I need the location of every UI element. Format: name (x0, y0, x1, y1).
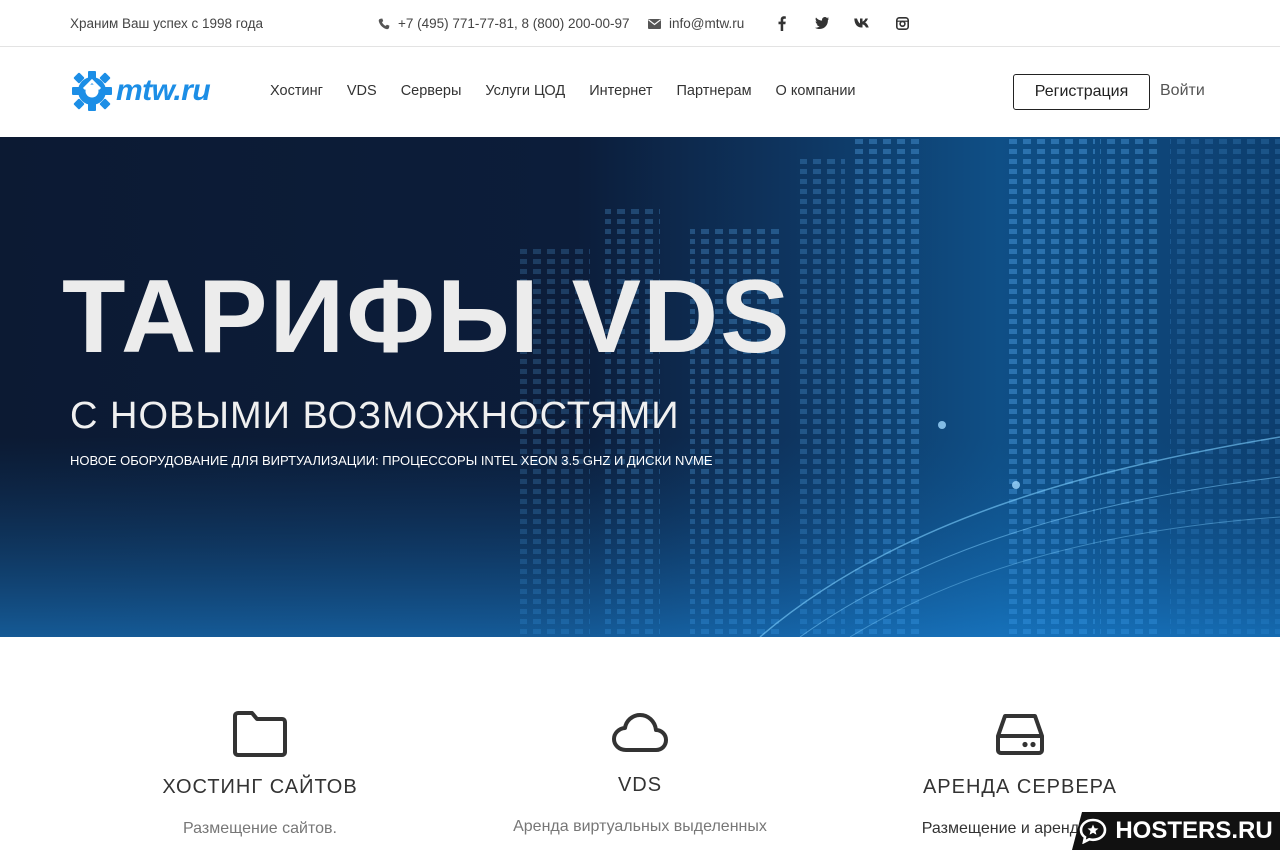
hero-subtitle: С НОВЫМИ ВОЗМОЖНОСТЯМИ (70, 395, 680, 437)
service-hosting[interactable]: ХОСТИНГ САЙТОВ Размещение сайтов. (90, 710, 430, 841)
service-vds[interactable]: VDS Аренда виртуальных выделенных (470, 710, 810, 839)
top-info-bar: Храним Ваш успех с 1998 года +7 (495) 77… (0, 0, 1280, 47)
gear-logo-icon (72, 71, 112, 111)
email-contact[interactable]: info@mtw.ru (648, 16, 744, 31)
vk-icon[interactable] (854, 14, 870, 32)
service-title: АРЕНДА СЕРВЕРА (922, 776, 1118, 798)
phone-numbers: +7 (495) 771-77-81, 8 (800) 200-00-97 (398, 16, 630, 31)
envelope-icon (648, 18, 661, 29)
logo-text: mtw.ru (116, 74, 211, 107)
twitter-icon[interactable] (814, 14, 830, 32)
main-menu: Хостинг VDS Серверы Услуги ЦОД Интернет … (270, 83, 856, 99)
service-title: ХОСТИНГ САЙТОВ (162, 776, 358, 798)
menu-item-hosting[interactable]: Хостинг (270, 83, 323, 99)
service-text: Размещение сайтов. (183, 820, 337, 837)
login-link[interactable]: Войти (1160, 82, 1205, 100)
social-links (774, 14, 910, 32)
hosters-text: HOSTERS.RU (1115, 817, 1273, 844)
menu-item-vds[interactable]: VDS (347, 83, 377, 99)
hero-background-graphic (0, 137, 1280, 637)
service-text: Аренда виртуальных выделенных (513, 818, 767, 835)
instagram-icon[interactable] (894, 14, 910, 32)
server-icon (996, 714, 1044, 755)
menu-item-partners[interactable]: Партнерам (677, 83, 752, 99)
register-button[interactable]: Регистрация (1013, 74, 1150, 110)
phone-contact[interactable]: +7 (495) 771-77-81, 8 (800) 200-00-97 (378, 16, 630, 31)
menu-item-servers[interactable]: Серверы (401, 83, 462, 99)
folder-icon (233, 711, 287, 757)
site-logo[interactable]: mtw.ru (70, 69, 211, 113)
facebook-icon[interactable] (774, 14, 790, 32)
service-title: VDS (617, 774, 663, 796)
main-header: mtw.ru Хостинг VDS Серверы Услуги ЦОД Ин… (0, 47, 1280, 137)
phone-icon (378, 18, 390, 29)
menu-item-internet[interactable]: Интернет (589, 83, 652, 99)
hosters-logo-icon (1080, 818, 1107, 844)
tagline: Храним Ваш успех с 1998 года (70, 16, 264, 31)
hero-description: НОВОЕ ОБОРУДОВАНИЕ ДЛЯ ВИРТУАЛИЗАЦИИ: ПР… (70, 453, 713, 468)
email-address: info@mtw.ru (669, 16, 745, 31)
menu-item-about[interactable]: О компании (776, 83, 856, 99)
hero-banner: ТАРИФЫ VDS С НОВЫМИ ВОЗМОЖНОСТЯМИ НОВОЕ … (0, 137, 1280, 637)
menu-item-dc-services[interactable]: Услуги ЦОД (485, 83, 565, 99)
hosters-watermark[interactable]: HOSTERS.RU (1072, 812, 1280, 850)
cloud-icon (612, 713, 668, 752)
hero-title: ТАРИФЫ VDS (62, 259, 792, 375)
